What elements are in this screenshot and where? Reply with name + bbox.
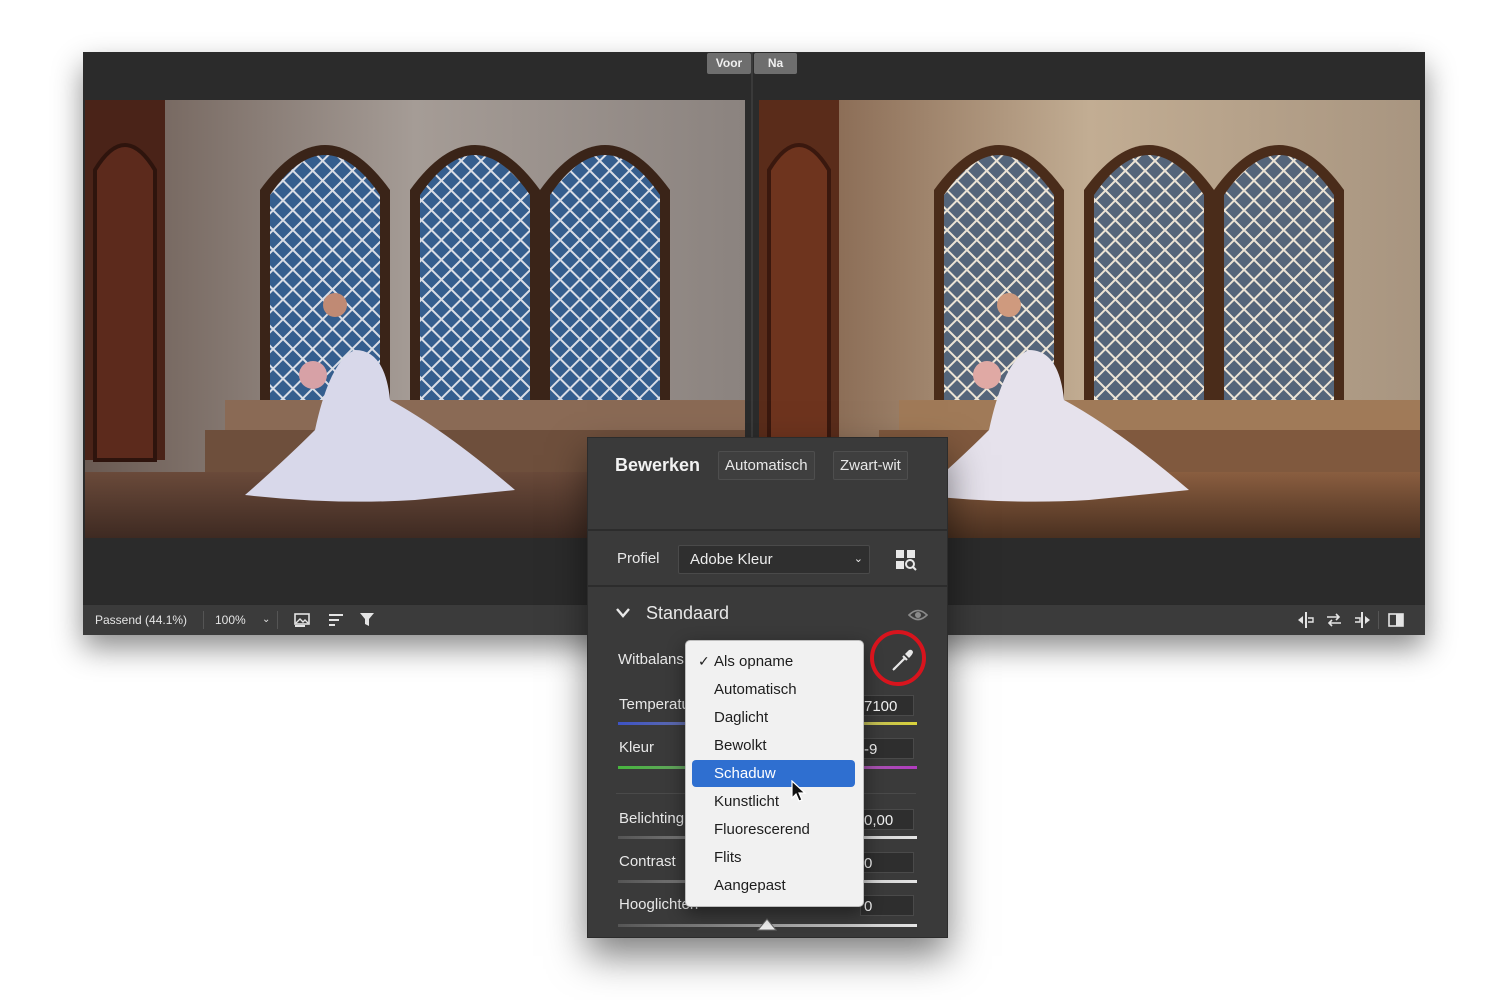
- panel-divider: [588, 529, 947, 531]
- image-preview-icon[interactable]: [294, 612, 312, 628]
- compare-icon[interactable]: [1388, 612, 1406, 628]
- zoom-fit-button[interactable]: Passend (44.1%): [95, 605, 187, 635]
- menu-item-daglicht[interactable]: Daglicht: [692, 704, 855, 731]
- menu-item-aangepast[interactable]: Aangepast: [692, 872, 855, 899]
- white-balance-menu: ✓ Als opname Automatisch Daglicht Bewolk…: [685, 640, 864, 907]
- menu-item-kunstlicht[interactable]: Kunstlicht: [692, 788, 855, 815]
- contrast-label: Contrast: [619, 853, 676, 870]
- before-toggle[interactable]: Voor: [707, 53, 751, 74]
- highlights-slider-handle[interactable]: [757, 917, 777, 931]
- profile-label: Profiel: [617, 550, 660, 567]
- mouse-cursor-icon: [791, 780, 807, 802]
- contrast-value[interactable]: 0: [860, 852, 914, 873]
- toolbar-separator: [277, 611, 278, 629]
- panel-title: Bewerken: [615, 455, 701, 475]
- toolbar-separator: [1378, 611, 1379, 629]
- exposure-label: Belichting: [619, 810, 685, 827]
- chevron-down-icon[interactable]: ⌄: [262, 605, 270, 635]
- after-toggle[interactable]: Na: [754, 53, 797, 74]
- section-title-standaard[interactable]: Standaard: [646, 603, 729, 624]
- profile-value: Adobe Kleur: [690, 551, 773, 568]
- tint-label: Kleur: [619, 739, 655, 756]
- chevron-down-icon[interactable]: [616, 607, 630, 619]
- profile-select[interactable]: Adobe Kleur ⌄: [678, 545, 870, 574]
- swap-icon[interactable]: [1325, 612, 1343, 628]
- profile-browser-icon[interactable]: [895, 549, 917, 571]
- menu-item-bewolkt[interactable]: Bewolkt: [692, 732, 855, 759]
- annotation-circle: [870, 630, 926, 686]
- menu-item-flits[interactable]: Flits: [692, 844, 855, 871]
- tint-value[interactable]: -9: [860, 738, 914, 759]
- auto-button[interactable]: Automatisch: [718, 451, 815, 480]
- zoom-level-button[interactable]: 100%: [215, 605, 246, 635]
- white-balance-label: Witbalans: [618, 651, 684, 668]
- black-white-button[interactable]: Zwart-wit: [833, 451, 908, 480]
- checkmark-icon: ✓: [698, 653, 710, 669]
- temperature-value[interactable]: 7100: [860, 695, 914, 716]
- panel-divider: [588, 585, 947, 587]
- menu-item-schaduw[interactable]: Schaduw: [692, 760, 855, 787]
- exposure-value[interactable]: 0,00: [860, 809, 914, 830]
- before-after-right-icon[interactable]: [1353, 612, 1371, 628]
- menu-item-als-opname[interactable]: ✓ Als opname: [692, 648, 855, 675]
- sort-icon[interactable]: [328, 612, 346, 628]
- toolbar-separator: [203, 611, 204, 629]
- eye-icon[interactable]: [908, 608, 928, 622]
- filter-icon[interactable]: [359, 612, 377, 628]
- chevron-down-icon: ⌄: [853, 553, 863, 565]
- menu-item-automatisch[interactable]: Automatisch: [692, 676, 855, 703]
- before-after-left-icon[interactable]: [1297, 612, 1315, 628]
- highlights-value[interactable]: 0: [860, 895, 914, 916]
- menu-item-fluorescerend[interactable]: Fluorescerend: [692, 816, 855, 843]
